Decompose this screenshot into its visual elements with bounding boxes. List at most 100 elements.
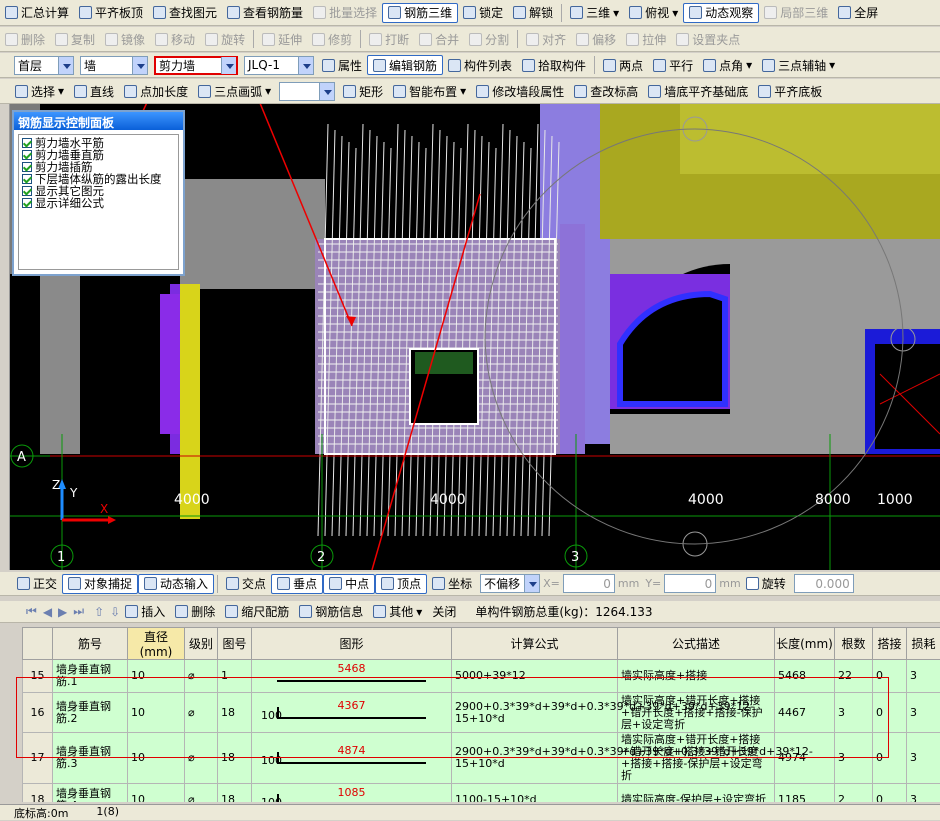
align-bottom-slab-button[interactable]: 平齐底板 xyxy=(753,81,827,101)
checkbox-icon[interactable] xyxy=(22,138,32,148)
offset-select[interactable]: 不偏移 xyxy=(480,574,540,593)
row-index[interactable]: 15 xyxy=(23,660,53,693)
rotate-button[interactable]: 旋转 xyxy=(200,29,250,49)
cell-diameter[interactable]: 10 xyxy=(128,693,185,733)
copy-button[interactable]: 复制 xyxy=(50,29,100,49)
nav-next-icon[interactable]: ▶ xyxy=(58,605,67,619)
header-loss[interactable]: 损耗 xyxy=(907,628,940,660)
lock-button[interactable]: 锁定 xyxy=(458,3,508,23)
cell-loss[interactable]: 3 xyxy=(907,784,940,803)
checkbox-icon[interactable] xyxy=(22,174,32,184)
find-element-button[interactable]: 查找图元 xyxy=(148,3,222,23)
header-description[interactable]: 公式描述 xyxy=(618,628,775,660)
table-row[interactable]: 17墙身垂直钢筋.310⌀1810048742900+0.3*39*d+39*d… xyxy=(23,733,940,784)
set-grip-button[interactable]: 设置夹点 xyxy=(671,29,745,49)
view-3d-dropdown[interactable]: 三维▾ xyxy=(565,3,624,23)
table-row[interactable]: 16墙身垂直钢筋.210⌀1810043672900+0.3*39*d+39*d… xyxy=(23,693,940,733)
modify-wall-segment-button[interactable]: 修改墙段属性 xyxy=(471,81,569,101)
scale-reinforcement-button[interactable]: 缩尺配筋 xyxy=(220,602,294,622)
header-lap[interactable]: 搭接 xyxy=(873,628,907,660)
cell-count[interactable]: 3 xyxy=(835,733,873,784)
cell-figure-no[interactable]: 18 xyxy=(218,693,252,733)
parallel-button[interactable]: 平行 xyxy=(648,55,698,75)
cell-bar-name[interactable]: 墙身垂直钢筋.3 xyxy=(53,733,128,784)
point-length-button[interactable]: 点加长度 xyxy=(119,81,193,101)
header-bar-no[interactable]: 筋号 xyxy=(53,628,128,660)
extend-button[interactable]: 延伸 xyxy=(257,29,307,49)
x-input[interactable]: 0 xyxy=(563,574,615,593)
y-input[interactable]: 0 xyxy=(664,574,716,593)
cell-count[interactable]: 3 xyxy=(835,693,873,733)
checkbox-icon[interactable] xyxy=(22,150,32,160)
component-list-button[interactable]: 构件列表 xyxy=(443,55,517,75)
row-index[interactable]: 18 xyxy=(23,784,53,803)
cell-shape[interactable]: 5468 xyxy=(252,660,452,693)
dynamic-input-button[interactable]: 动态输入 xyxy=(138,574,214,594)
cell-lap[interactable]: 0 xyxy=(873,784,907,803)
checkbox-icon[interactable] xyxy=(22,162,32,172)
cell-length[interactable]: 5468 xyxy=(775,660,835,693)
cell-grade[interactable]: ⌀ xyxy=(185,660,218,693)
midpoint-snap-button[interactable]: 中点 xyxy=(323,574,375,594)
offset-button[interactable]: 偏移 xyxy=(571,29,621,49)
cell-loss[interactable]: 3 xyxy=(907,693,940,733)
view-rebar-quantity-button[interactable]: 查看钢筋量 xyxy=(222,3,308,23)
cell-diameter[interactable]: 10 xyxy=(128,733,185,784)
two-point-button[interactable]: 两点 xyxy=(598,55,648,75)
rebar-info-button[interactable]: 钢筋信息 xyxy=(294,602,368,622)
cell-description[interactable]: 墙实际高度+错开长度+搭接+错开长度+搭接+搭接-保护层+设定弯折 xyxy=(618,693,775,733)
cell-grade[interactable]: ⌀ xyxy=(185,784,218,803)
rebar-3d-button[interactable]: 钢筋三维 xyxy=(382,3,458,23)
edit-rebar-button[interactable]: 编辑钢筋 xyxy=(367,55,443,75)
checkbox-icon[interactable] xyxy=(22,186,32,196)
cell-grade[interactable]: ⌀ xyxy=(185,733,218,784)
cell-loss[interactable]: 3 xyxy=(907,660,940,693)
ortho-button[interactable]: 正交 xyxy=(12,574,62,594)
dynamic-orbit-button[interactable]: 动态观察 xyxy=(683,3,759,23)
cell-count[interactable]: 2 xyxy=(835,784,873,803)
summary-calc-button[interactable]: 汇总计算 xyxy=(0,3,74,23)
move-up-icon[interactable]: ⇧ xyxy=(94,605,104,619)
cell-bar-name[interactable]: 墙身垂直钢筋.2 xyxy=(53,693,128,733)
cell-lap[interactable]: 0 xyxy=(873,693,907,733)
other-dropdown[interactable]: 其他▾ xyxy=(368,602,427,622)
check-elevation-button[interactable]: 查改标高 xyxy=(569,81,643,101)
delete-row-button[interactable]: 删除 xyxy=(170,602,220,622)
align-slab-top-button[interactable]: 平齐板顶 xyxy=(74,3,148,23)
pick-component-button[interactable]: 拾取构件 xyxy=(517,55,591,75)
header-formula[interactable]: 计算公式 xyxy=(452,628,618,660)
header-grade[interactable]: 级别 xyxy=(185,628,218,660)
perpendicular-snap-button[interactable]: 垂点 xyxy=(271,574,323,594)
cell-shape[interactable]: 1001085 xyxy=(252,784,452,803)
nav-first-icon[interactable]: ⏮ xyxy=(26,604,37,619)
three-point-axis-button[interactable]: 三点辅轴▾ xyxy=(757,55,840,75)
header-figure-no[interactable]: 图号 xyxy=(218,628,252,660)
unlock-button[interactable]: 解锁 xyxy=(508,3,558,23)
break-button[interactable]: 打断 xyxy=(364,29,414,49)
cell-formula[interactable]: 2900+0.3*39*d+39*d+0.3*39*d+39*d+0.3*39*… xyxy=(452,733,618,784)
row-index[interactable]: 17 xyxy=(23,733,53,784)
cell-formula[interactable]: 1100-15+10*d xyxy=(452,784,618,803)
nav-prev-icon[interactable]: ◀ xyxy=(43,605,52,619)
cell-grade[interactable]: ⌀ xyxy=(185,693,218,733)
cell-length[interactable]: 4974 xyxy=(775,733,835,784)
cell-description[interactable]: 墙实际高度+错开长度+搭接+错开长度+搭接+错开长度+搭接+搭接-保护层+设定弯… xyxy=(618,733,775,784)
type-select[interactable]: 剪力墙 xyxy=(154,56,238,75)
split-button[interactable]: 分割 xyxy=(464,29,514,49)
cell-loss[interactable]: 3 xyxy=(907,733,940,784)
merge-button[interactable]: 合并 xyxy=(414,29,464,49)
cell-description[interactable]: 墙实际高度+搭接 xyxy=(618,660,775,693)
cell-formula[interactable]: 2900+0.3*39*d+39*d+0.3*39*d+39*d+39*d+39… xyxy=(452,693,618,733)
table-row[interactable]: 18墙身垂直钢筋.410⌀1810010851100-15+10*d墙实际高度-… xyxy=(23,784,940,803)
three-point-arc-dropdown[interactable]: 三点画弧▾ xyxy=(193,81,276,101)
move-down-icon[interactable]: ⇩ xyxy=(110,605,120,619)
cell-diameter[interactable]: 10 xyxy=(128,660,185,693)
rectangle-button[interactable]: 矩形 xyxy=(338,81,388,101)
batch-select-button[interactable]: 批量选择 xyxy=(308,3,382,23)
header-diameter[interactable]: 直径(mm) xyxy=(128,628,185,660)
header-shape[interactable]: 图形 xyxy=(252,628,452,660)
cell-lap[interactable]: 0 xyxy=(873,733,907,784)
line-button[interactable]: 直线 xyxy=(69,81,119,101)
category-select[interactable]: 墙 xyxy=(80,56,148,75)
wall-bottom-align-foundation-button[interactable]: 墙底平齐基础底 xyxy=(643,81,753,101)
